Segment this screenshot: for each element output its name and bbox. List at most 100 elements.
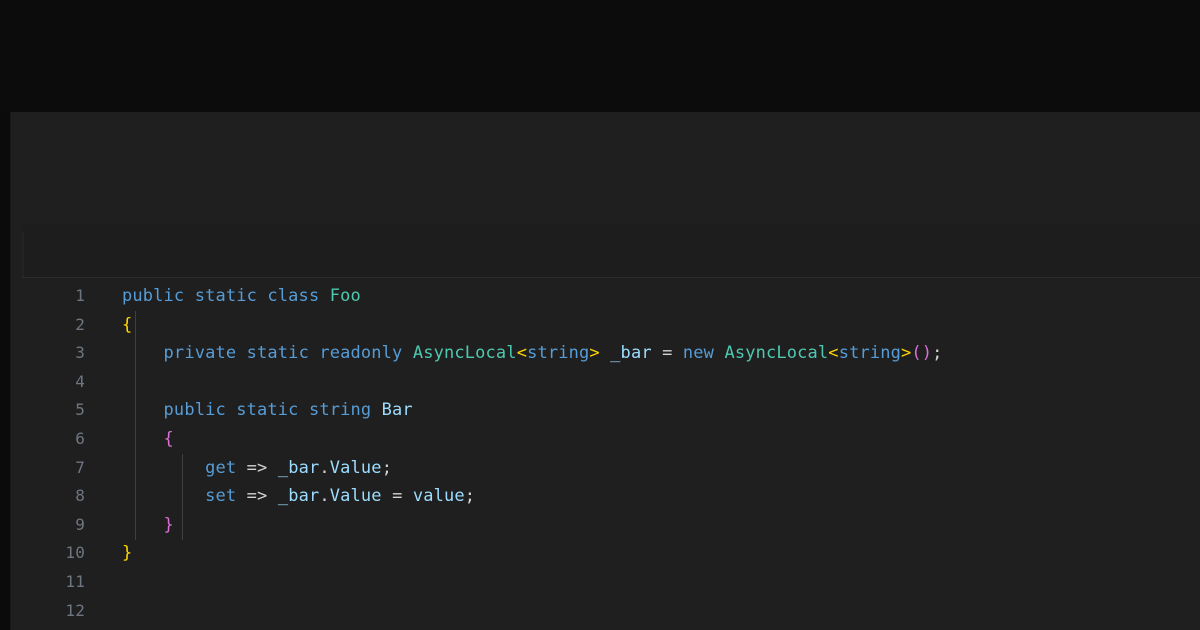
token-plain (673, 343, 683, 363)
token-ident: _bar (278, 486, 320, 506)
token-plain (600, 343, 610, 363)
token-ident: _bar (278, 458, 320, 478)
code-line[interactable]: 11 (22, 568, 1200, 597)
token-kw: string (309, 400, 371, 420)
code-line[interactable]: 2{ (22, 311, 1200, 340)
token-plain (267, 458, 277, 478)
token-ident: Value (330, 458, 382, 478)
token-type: Foo (330, 286, 361, 306)
token-kw: get (205, 458, 236, 478)
code-line[interactable]: 6 { (22, 425, 1200, 454)
code-line-text: { (122, 425, 174, 454)
code-line[interactable]: 7 get => _bar.Value; (22, 454, 1200, 483)
line-number: 2 (22, 311, 85, 340)
token-b-yellow: < (517, 343, 527, 363)
token-kw: private (164, 343, 237, 363)
token-kw: readonly (319, 343, 402, 363)
editor-panel: 1public static class Foo2{3 private stat… (11, 112, 1200, 630)
token-type: AsyncLocal (724, 343, 828, 363)
token-plain (236, 458, 246, 478)
token-kw: static (236, 400, 298, 420)
token-plain (652, 343, 662, 363)
token-plain (236, 486, 246, 506)
token-plain (371, 400, 381, 420)
token-plain (122, 429, 164, 449)
line-number: 5 (22, 396, 85, 425)
token-kw: class (267, 286, 319, 306)
token-plain (402, 486, 412, 506)
window-top-band (0, 0, 1200, 112)
editor-screenshot: 1public static class Foo2{3 private stat… (0, 0, 1200, 630)
token-plain (184, 286, 194, 306)
token-kw: static (195, 286, 257, 306)
line-number: 7 (22, 454, 85, 483)
token-plain (122, 515, 164, 535)
token-b-yellow: < (828, 343, 838, 363)
token-plain: = (662, 343, 672, 363)
token-ident: Bar (382, 400, 413, 420)
token-b-yellow: { (122, 315, 132, 335)
code-line-text: public static string Bar (122, 396, 413, 425)
token-b-pink: ) (922, 343, 932, 363)
line-number: 8 (22, 482, 85, 511)
token-plain (236, 343, 246, 363)
token-plain (122, 343, 164, 363)
code-line-text: { (122, 311, 132, 340)
token-kw: set (205, 486, 236, 506)
line-number: 3 (22, 339, 85, 368)
activity-bar[interactable] (0, 112, 11, 630)
token-plain (122, 458, 205, 478)
token-ident: value (413, 486, 465, 506)
token-b-pink: ( (911, 343, 921, 363)
token-kw: public (122, 286, 184, 306)
token-plain (402, 343, 412, 363)
code-line[interactable]: 9 } (22, 511, 1200, 540)
code-line[interactable]: 5 public static string Bar (22, 396, 1200, 425)
code-line-text: public static class Foo (122, 282, 361, 311)
token-plain: => (247, 458, 268, 478)
line-number: 11 (22, 568, 85, 597)
token-plain (257, 286, 267, 306)
token-plain: . (319, 486, 329, 506)
code-line-text: private static readonly AsyncLocal<strin… (122, 339, 943, 368)
token-ident: _bar (610, 343, 652, 363)
token-plain (309, 343, 319, 363)
editor-tab-strip[interactable] (22, 224, 1200, 278)
code-lines-container: 1public static class Foo2{3 private stat… (22, 282, 1200, 625)
code-line[interactable]: 10} (22, 539, 1200, 568)
code-line-text: } (122, 539, 132, 568)
code-line[interactable]: 8 set => _bar.Value = value; (22, 482, 1200, 511)
line-number: 12 (22, 597, 85, 626)
token-plain (714, 343, 724, 363)
token-b-pink: { (164, 429, 174, 449)
token-plain: ; (465, 486, 475, 506)
code-line[interactable]: 4 (22, 368, 1200, 397)
token-b-yellow: } (122, 543, 132, 563)
token-plain (122, 486, 205, 506)
line-number: 1 (22, 282, 85, 311)
token-kw: new (683, 343, 714, 363)
token-b-pink: } (164, 515, 174, 535)
line-number: 4 (22, 368, 85, 397)
line-number: 10 (22, 539, 85, 568)
code-line[interactable]: 12 (22, 597, 1200, 626)
code-line[interactable]: 1 public static class Foo (22, 282, 1200, 311)
token-b-yellow: > (589, 343, 599, 363)
code-line-text: } (122, 511, 174, 540)
line-number: 6 (22, 425, 85, 454)
token-plain (319, 286, 329, 306)
code-editor-area[interactable]: 1public static class Foo2{3 private stat… (22, 278, 1200, 630)
token-plain: => (247, 486, 268, 506)
code-line-text: get => _bar.Value; (122, 454, 392, 483)
token-kw: string (839, 343, 901, 363)
token-plain: ; (932, 343, 942, 363)
token-kw: public (164, 400, 226, 420)
code-line-text: set => _bar.Value = value; (122, 482, 475, 511)
token-plain (299, 400, 309, 420)
token-type: AsyncLocal (413, 343, 517, 363)
token-ident: Value (330, 486, 382, 506)
token-b-yellow: > (901, 343, 911, 363)
token-plain (267, 486, 277, 506)
code-line[interactable]: 3 private static readonly AsyncLocal<str… (22, 339, 1200, 368)
token-plain: . (319, 458, 329, 478)
